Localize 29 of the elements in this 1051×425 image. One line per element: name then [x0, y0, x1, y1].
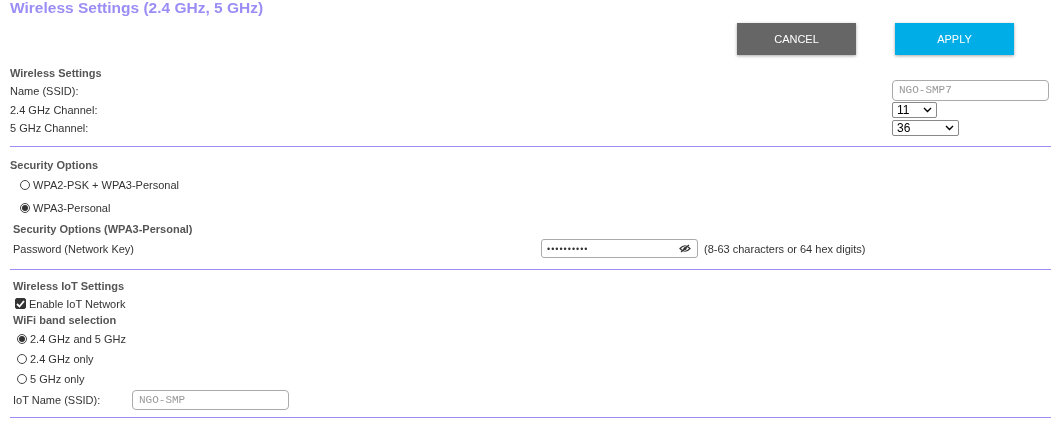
field-label: 2.4 GHz Channel:	[10, 103, 99, 116]
radio-button[interactable]	[20, 203, 30, 213]
checkbox[interactable]	[15, 298, 26, 309]
option-label: 2.4 GHz and 5 GHz	[30, 332, 126, 345]
hidden-eye-icon[interactable]	[679, 244, 691, 253]
caret-icon	[923, 106, 932, 113]
section-heading: Wireless IoT Settings	[13, 278, 126, 294]
channel-select[interactable]: 11	[892, 101, 937, 118]
cancel-button[interactable]: CANCEL	[737, 23, 856, 55]
field-label: Password (Network Key)	[13, 242, 136, 255]
section-heading: WiFi band selection	[13, 312, 118, 328]
channel-select[interactable]: 36	[892, 120, 959, 137]
field-label: 5 GHz Channel:	[10, 122, 90, 135]
checkbox-label: Enable IoT Network	[29, 297, 126, 310]
password-hint: (8-63 characters or 64 hex digits)	[704, 242, 866, 255]
iot-name-field[interactable]: NGO-SMP	[132, 389, 289, 410]
option-label: 5 GHz only	[30, 372, 85, 385]
field-label: Name (SSID):	[10, 85, 80, 98]
ssid-field[interactable]: NGO-SMP7	[892, 79, 1049, 101]
option-label: WPA3-Personal	[33, 202, 111, 214]
section-heading: Security Options	[10, 157, 100, 173]
section-heading: Wireless Settings	[10, 66, 103, 81]
option-label: 2.4 GHz only	[30, 352, 94, 365]
page-title: Wireless Settings (2.4 GHz, 5 GHz)	[10, 0, 265, 17]
password-field[interactable]: ••••••••••	[541, 239, 698, 258]
option-label: WPA2-PSK + WPA3-Personal	[33, 179, 179, 191]
caret-icon	[945, 125, 954, 132]
section-heading: Security Options (WPA3-Personal)	[12, 221, 194, 237]
field-label: IoT Name (SSID):	[13, 393, 102, 406]
